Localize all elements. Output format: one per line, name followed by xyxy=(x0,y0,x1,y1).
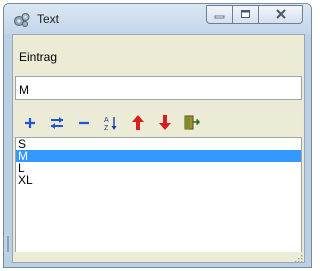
values-listbox[interactable]: S M L XL xyxy=(15,137,302,253)
close-icon xyxy=(275,8,287,22)
entry-label: Eintrag xyxy=(19,50,58,64)
title-bar[interactable]: Text xyxy=(4,4,311,34)
edit-button[interactable] xyxy=(44,113,69,135)
exit-door-icon xyxy=(184,115,200,133)
text-window: Text Eintrag M A Z S M L XL xyxy=(3,3,312,268)
close-button[interactable] xyxy=(259,5,303,24)
remove-button[interactable] xyxy=(71,113,96,135)
minimize-button[interactable] xyxy=(206,5,233,24)
status-bar xyxy=(13,252,304,263)
list-item[interactable]: L xyxy=(16,162,301,174)
maximize-icon xyxy=(240,8,251,22)
svg-text:A: A xyxy=(104,117,109,124)
plus-icon xyxy=(24,117,36,132)
move-up-button[interactable] xyxy=(125,113,150,135)
svg-text:Z: Z xyxy=(104,125,109,131)
list-item-selected[interactable]: M xyxy=(16,150,301,162)
list-item[interactable]: XL xyxy=(16,174,301,186)
add-button[interactable] xyxy=(17,113,42,135)
sort-az-icon: A Z xyxy=(104,115,118,134)
sort-button[interactable]: A Z xyxy=(98,113,123,135)
entry-label-row: Eintrag xyxy=(13,35,304,75)
maximize-button[interactable] xyxy=(233,5,259,24)
swap-icon xyxy=(50,116,64,132)
minimize-icon xyxy=(214,8,225,22)
list-item[interactable]: S xyxy=(16,138,301,150)
exit-button[interactable] xyxy=(179,113,204,135)
gears-icon xyxy=(13,12,31,28)
window-controls xyxy=(206,5,303,24)
client-area: Eintrag M A Z S M L XL xyxy=(12,34,305,263)
arrow-up-icon xyxy=(131,115,144,133)
minus-icon xyxy=(78,117,90,132)
move-down-button[interactable] xyxy=(152,113,177,135)
frame-edge-marker xyxy=(7,236,9,252)
entry-input[interactable] xyxy=(15,76,302,100)
list-toolbar: A Z xyxy=(15,111,302,137)
window-title: Text xyxy=(37,12,60,26)
resize-grip-icon[interactable] xyxy=(294,252,303,263)
arrow-down-icon xyxy=(158,115,171,133)
